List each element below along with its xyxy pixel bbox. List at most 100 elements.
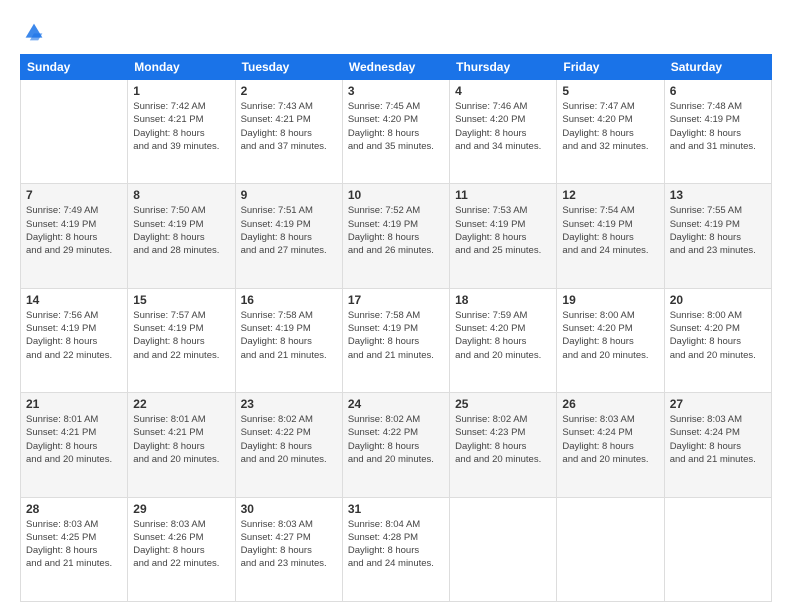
daylight-line1: Daylight: 8 hours xyxy=(562,127,658,140)
daylight-line2: and and 20 minutes. xyxy=(455,453,551,466)
day-info: Sunrise: 8:01 AMSunset: 4:21 PMDaylight:… xyxy=(133,413,229,466)
day-number: 26 xyxy=(562,397,658,411)
day-number: 31 xyxy=(348,502,444,516)
daylight-line1: Daylight: 8 hours xyxy=(241,335,337,348)
sunrise-text: Sunrise: 7:52 AM xyxy=(348,204,444,217)
calendar-cell: 2Sunrise: 7:43 AMSunset: 4:21 PMDaylight… xyxy=(235,80,342,184)
sunset-text: Sunset: 4:24 PM xyxy=(562,426,658,439)
sunset-text: Sunset: 4:21 PM xyxy=(241,113,337,126)
sunrise-text: Sunrise: 8:01 AM xyxy=(133,413,229,426)
sunrise-text: Sunrise: 7:50 AM xyxy=(133,204,229,217)
day-info: Sunrise: 7:57 AMSunset: 4:19 PMDaylight:… xyxy=(133,309,229,362)
calendar-cell xyxy=(557,497,664,601)
col-header-tuesday: Tuesday xyxy=(235,55,342,80)
sunrise-text: Sunrise: 7:51 AM xyxy=(241,204,337,217)
daylight-line2: and and 29 minutes. xyxy=(26,244,122,257)
daylight-line1: Daylight: 8 hours xyxy=(348,440,444,453)
calendar-week-row: 14Sunrise: 7:56 AMSunset: 4:19 PMDayligh… xyxy=(21,288,772,392)
calendar-cell: 21Sunrise: 8:01 AMSunset: 4:21 PMDayligh… xyxy=(21,393,128,497)
daylight-line1: Daylight: 8 hours xyxy=(133,335,229,348)
calendar-cell xyxy=(21,80,128,184)
daylight-line1: Daylight: 8 hours xyxy=(241,127,337,140)
sunrise-text: Sunrise: 8:00 AM xyxy=(670,309,766,322)
daylight-line2: and and 25 minutes. xyxy=(455,244,551,257)
calendar-cell: 23Sunrise: 8:02 AMSunset: 4:22 PMDayligh… xyxy=(235,393,342,497)
calendar-cell: 13Sunrise: 7:55 AMSunset: 4:19 PMDayligh… xyxy=(664,184,771,288)
day-number: 29 xyxy=(133,502,229,516)
calendar-week-row: 21Sunrise: 8:01 AMSunset: 4:21 PMDayligh… xyxy=(21,393,772,497)
daylight-line1: Daylight: 8 hours xyxy=(670,335,766,348)
daylight-line1: Daylight: 8 hours xyxy=(133,231,229,244)
calendar-cell: 25Sunrise: 8:02 AMSunset: 4:23 PMDayligh… xyxy=(450,393,557,497)
daylight-line2: and and 24 minutes. xyxy=(562,244,658,257)
calendar-cell: 20Sunrise: 8:00 AMSunset: 4:20 PMDayligh… xyxy=(664,288,771,392)
col-header-thursday: Thursday xyxy=(450,55,557,80)
calendar-cell: 6 Sunrise: 7:48 AMSunset: 4:19 PMDaylight… xyxy=(664,80,771,184)
calendar-cell: 31Sunrise: 8:04 AMSunset: 4:28 PMDayligh… xyxy=(342,497,449,601)
calendar-cell xyxy=(450,497,557,601)
daylight-line2: and and 21 minutes. xyxy=(670,453,766,466)
calendar-cell: 3Sunrise: 7:45 AMSunset: 4:20 PMDaylight… xyxy=(342,80,449,184)
sunset-text: Sunset: 4:19 PM xyxy=(670,113,766,126)
calendar-cell: 30 Sunrise: 8:03 AMSunset: 4:27 PMDayligh… xyxy=(235,497,342,601)
day-number: 6 xyxy=(670,84,766,98)
day-number: 7 xyxy=(26,188,122,202)
col-header-saturday: Saturday xyxy=(664,55,771,80)
day-info: Sunrise: 7:58 AMSunset: 4:19 PMDaylight:… xyxy=(241,309,337,362)
daylight-line2: and and 20 minutes. xyxy=(562,349,658,362)
sunset-text: Sunset: 4:19 PM xyxy=(26,218,122,231)
sunset-text: Sunset: 4:25 PM xyxy=(26,531,122,544)
day-number: 13 xyxy=(670,188,766,202)
sunset-text: Sunset: 4:19 PM xyxy=(133,218,229,231)
sunrise-text: Sunrise: 7:43 AM xyxy=(241,100,337,113)
sunset-text: Sunset: 4:21 PM xyxy=(26,426,122,439)
daylight-line1: Daylight: 8 hours xyxy=(26,231,122,244)
day-info: Sunrise: 7:54 AMSunset: 4:19 PMDaylight:… xyxy=(562,204,658,257)
col-header-monday: Monday xyxy=(128,55,235,80)
daylight-line1: Daylight: 8 hours xyxy=(133,544,229,557)
day-number: 25 xyxy=(455,397,551,411)
daylight-line2: and and 35 minutes. xyxy=(348,140,444,153)
calendar-cell: 1Sunrise: 7:42 AMSunset: 4:21 PMDaylight… xyxy=(128,80,235,184)
day-info: Sunrise: 8:03 AMSunset: 4:27 PMDaylight:… xyxy=(241,518,337,571)
sunrise-text: Sunrise: 8:00 AM xyxy=(562,309,658,322)
sunset-text: Sunset: 4:19 PM xyxy=(348,218,444,231)
sunset-text: Sunset: 4:26 PM xyxy=(133,531,229,544)
sunrise-text: Sunrise: 7:46 AM xyxy=(455,100,551,113)
sunrise-text: Sunrise: 7:56 AM xyxy=(26,309,122,322)
daylight-line1: Daylight: 8 hours xyxy=(670,440,766,453)
sunrise-text: Sunrise: 8:02 AM xyxy=(348,413,444,426)
sunset-text: Sunset: 4:20 PM xyxy=(455,322,551,335)
sunrise-text: Sunrise: 8:03 AM xyxy=(241,518,337,531)
daylight-line2: and and 23 minutes. xyxy=(241,557,337,570)
daylight-line2: and and 31 minutes. xyxy=(670,140,766,153)
sunset-text: Sunset: 4:28 PM xyxy=(348,531,444,544)
sunset-text: Sunset: 4:20 PM xyxy=(562,322,658,335)
calendar-cell: 9Sunrise: 7:51 AMSunset: 4:19 PMDaylight… xyxy=(235,184,342,288)
daylight-line1: Daylight: 8 hours xyxy=(26,544,122,557)
calendar-cell: 19Sunrise: 8:00 AMSunset: 4:20 PMDayligh… xyxy=(557,288,664,392)
sunrise-text: Sunrise: 7:45 AM xyxy=(348,100,444,113)
sunset-text: Sunset: 4:24 PM xyxy=(670,426,766,439)
col-header-sunday: Sunday xyxy=(21,55,128,80)
daylight-line2: and and 20 minutes. xyxy=(455,349,551,362)
daylight-line1: Daylight: 8 hours xyxy=(562,335,658,348)
day-info: Sunrise: 7:48 AMSunset: 4:19 PMDaylight:… xyxy=(670,100,766,153)
daylight-line2: and and 24 minutes. xyxy=(348,557,444,570)
sunset-text: Sunset: 4:20 PM xyxy=(455,113,551,126)
daylight-line2: and and 22 minutes. xyxy=(26,349,122,362)
day-number: 16 xyxy=(241,293,337,307)
calendar-table: SundayMondayTuesdayWednesdayThursdayFrid… xyxy=(20,54,772,602)
sunrise-text: Sunrise: 7:54 AM xyxy=(562,204,658,217)
daylight-line2: and and 28 minutes. xyxy=(133,244,229,257)
sunset-text: Sunset: 4:19 PM xyxy=(241,218,337,231)
day-number: 18 xyxy=(455,293,551,307)
daylight-line1: Daylight: 8 hours xyxy=(562,231,658,244)
day-number: 30 xyxy=(241,502,337,516)
day-number: 15 xyxy=(133,293,229,307)
day-number: 5 xyxy=(562,84,658,98)
daylight-line1: Daylight: 8 hours xyxy=(348,544,444,557)
daylight-line1: Daylight: 8 hours xyxy=(455,231,551,244)
page: SundayMondayTuesdayWednesdayThursdayFrid… xyxy=(0,0,792,612)
daylight-line1: Daylight: 8 hours xyxy=(241,544,337,557)
